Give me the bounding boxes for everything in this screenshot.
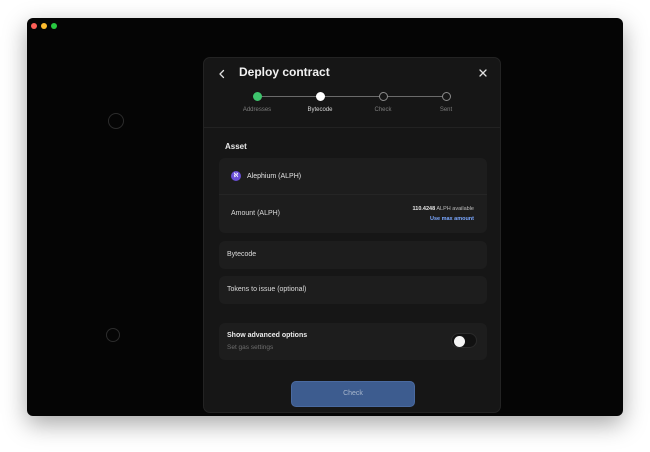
asset-divider bbox=[219, 194, 487, 195]
window-close-button[interactable] bbox=[31, 23, 37, 29]
modal-title: Deploy contract bbox=[239, 65, 330, 79]
step-dot-check bbox=[379, 92, 388, 101]
tokens-to-issue-label: Tokens to issue (optional) bbox=[227, 286, 307, 293]
step-label-check: Check bbox=[374, 107, 392, 113]
bytecode-field[interactable]: Bytecode bbox=[219, 241, 487, 269]
step-label-addresses: Addresses bbox=[242, 107, 272, 113]
advanced-options-title: Show advanced options bbox=[227, 332, 308, 339]
step-dot-addresses bbox=[253, 92, 262, 101]
step-dot-sent bbox=[442, 92, 451, 101]
asset-section-title: Asset bbox=[225, 142, 247, 151]
modal-header: Deploy contract Addresses Bytecode Check… bbox=[204, 58, 500, 128]
app-window: Deploy contract Addresses Bytecode Check… bbox=[27, 18, 623, 416]
chevron-left-icon[interactable] bbox=[216, 68, 228, 80]
step-label-bytecode: Bytecode bbox=[307, 107, 333, 113]
alephium-token-icon: ℵ bbox=[231, 171, 241, 181]
advanced-options-subtitle: Set gas settings bbox=[227, 344, 274, 351]
progress-stepper: Addresses Bytecode Check Sent bbox=[204, 91, 500, 121]
window-minimize-button[interactable] bbox=[41, 23, 47, 29]
window-controls bbox=[31, 23, 57, 29]
tokens-to-issue-field[interactable]: Tokens to issue (optional) bbox=[219, 276, 487, 304]
bytecode-field-label: Bytecode bbox=[227, 251, 257, 258]
available-balance-value: 110.4248 bbox=[412, 206, 436, 212]
toggle-knob bbox=[454, 335, 465, 347]
available-balance: 110.4248 ALPH available bbox=[413, 206, 474, 212]
asset-selector[interactable]: ℵ Alephium (ALPH) bbox=[231, 171, 301, 181]
background-icon-ghost bbox=[106, 328, 120, 342]
advanced-options-card: Show advanced options Set gas settings bbox=[219, 323, 487, 360]
stepper-line bbox=[258, 96, 447, 97]
amount-input-label[interactable]: Amount (ALPH) bbox=[231, 210, 280, 217]
use-max-amount-link[interactable]: Use max amount bbox=[430, 216, 474, 222]
asset-card: ℵ Alephium (ALPH) Amount (ALPH) 110.4248… bbox=[219, 158, 487, 233]
close-icon[interactable] bbox=[477, 67, 489, 79]
window-zoom-button[interactable] bbox=[51, 23, 57, 29]
step-label-sent: Sent bbox=[439, 107, 453, 113]
available-balance-suffix: ALPH available bbox=[435, 206, 474, 212]
background-avatar-ghost bbox=[108, 113, 124, 129]
advanced-options-toggle[interactable] bbox=[451, 333, 477, 348]
step-dot-bytecode bbox=[316, 92, 325, 101]
check-button[interactable]: Check bbox=[291, 381, 415, 407]
deploy-contract-modal: Deploy contract Addresses Bytecode Check… bbox=[203, 57, 501, 413]
asset-name: Alephium (ALPH) bbox=[247, 172, 302, 180]
